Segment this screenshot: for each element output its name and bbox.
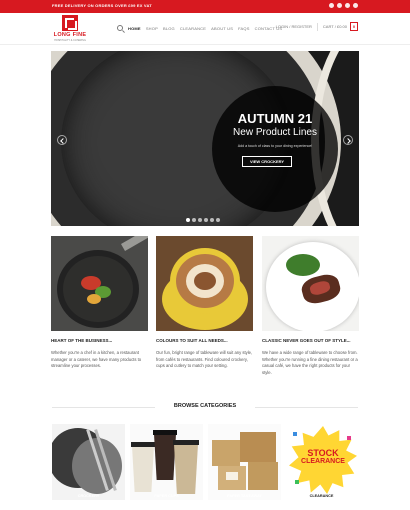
steak-greens [286, 254, 320, 276]
feature-card-classic[interactable]: CLASSIC NEVER GOES OUT OF STYLE... We ha… [262, 236, 359, 376]
confetti [293, 432, 297, 436]
social-links [329, 3, 358, 8]
pan-vegetable [87, 294, 101, 304]
pan-handle [121, 236, 148, 251]
feature-caption: HEART OF THE BUSINESS... [51, 338, 113, 343]
logo-mark-icon [62, 15, 78, 31]
slider-prev-arrow-icon[interactable] [57, 135, 67, 145]
stock-text: STOCK [307, 448, 339, 458]
takeaway-box [248, 462, 278, 490]
site-logo[interactable]: LONG FINE HOSPITALITY & CATERING [52, 15, 88, 43]
confetti [347, 436, 351, 440]
feature-image-steak [262, 236, 359, 331]
hero-subtitle: New Product Lines [233, 127, 317, 138]
feature-card-business[interactable]: HEART OF THE BUSINESS... Whether you’re … [51, 236, 148, 370]
feature-card-colours[interactable]: COLOURS TO SUIT ALL NEEDS... Our fun, br… [156, 236, 253, 370]
category-label: CLEARANCE [309, 493, 334, 498]
cart-label: CART / £0.00 [322, 24, 347, 29]
view-crockery-button[interactable]: VIEW CROCKERY [242, 156, 292, 167]
top-announcement-bar: FREE DELIVERY ON ORDERS OVER £99 EX VAT [0, 0, 410, 13]
cart-link[interactable]: CART / £0.00 0 [323, 22, 358, 31]
logo-tagline: HOSPITALITY & CATERING [54, 39, 86, 42]
slider-dot[interactable] [192, 218, 196, 222]
confetti [295, 480, 299, 484]
divider [316, 22, 318, 31]
login-register-link[interactable]: LOGIN / REGISTER [276, 24, 312, 29]
slider-dot[interactable] [204, 218, 208, 222]
category-label: CROCKERY [77, 493, 100, 498]
category-crockery[interactable]: CROCKERY [52, 424, 125, 500]
nav-clearance[interactable]: CLEARANCE [180, 26, 206, 31]
takeaway-box [240, 432, 276, 462]
email-icon[interactable] [345, 3, 350, 8]
feature-image-pan [51, 236, 148, 331]
slider-next-arrow-icon[interactable] [343, 135, 353, 145]
cup-lid [153, 430, 177, 435]
hero-tagline: Add a touch of class to your dining expe… [237, 144, 313, 148]
feature-body: Whether you’re a chef in a kitchen, a re… [51, 350, 142, 368]
nav-faqs[interactable]: FAQS [238, 26, 249, 31]
hero-title: AUTUMN 21 [237, 111, 313, 126]
slider-dot[interactable] [198, 218, 202, 222]
feature-body: Our fun, bright range of tableware will … [156, 350, 253, 368]
category-label: PAPER CUPS [154, 493, 179, 498]
browse-categories-heading: BROWSE CATEGORIES [155, 403, 255, 409]
nav-about-us[interactable]: ABOUT US [211, 26, 233, 31]
instagram-icon[interactable] [337, 3, 342, 8]
facebook-icon[interactable] [329, 3, 334, 8]
category-clearance[interactable]: STOCK CLEARANCE CLEARANCE [285, 424, 358, 500]
main-nav: HOME SHOP BLOG CLEARANCE ABOUT US FAQS C… [117, 25, 282, 31]
latte-art-center [194, 272, 216, 290]
category-label: PAPER TAKEAWAY [227, 493, 262, 498]
feature-caption: COLOURS TO SUIT ALL NEEDS... [156, 338, 228, 343]
cart-bag-icon: 0 [350, 22, 358, 31]
slider-dots [186, 218, 220, 222]
nav-blog[interactable]: BLOG [163, 26, 175, 31]
category-paper-takeaway[interactable]: PAPER TAKEAWAY [208, 424, 281, 500]
feature-image-coffee [156, 236, 253, 331]
feature-body: We have a wide range of tableware to cho… [262, 350, 358, 375]
feature-caption: CLASSIC NEVER GOES OUT OF STYLE... [262, 338, 351, 343]
takeaway-box [212, 440, 240, 466]
logo-name: LONG FINE [53, 32, 87, 38]
slider-dot[interactable] [216, 218, 220, 222]
slider-dot[interactable] [210, 218, 214, 222]
clearance-text: CLEARANCE [301, 458, 345, 465]
search-icon[interactable] [117, 25, 123, 31]
phone-icon[interactable] [353, 3, 358, 8]
paper-cup [132, 446, 154, 492]
takeaway-box-window [226, 472, 238, 480]
slider-dot[interactable] [186, 218, 190, 222]
category-paper-cups[interactable]: PAPER CUPS [130, 424, 203, 500]
site-header: LONG FINE HOSPITALITY & CATERING HOME SH… [0, 13, 410, 45]
nav-shop[interactable]: SHOP [146, 26, 158, 31]
cup-lid [131, 442, 155, 447]
nav-home[interactable]: HOME [128, 26, 141, 31]
paper-cup [174, 444, 198, 494]
hero-slider[interactable]: AUTUMN 21 New Product Lines Add a touch … [51, 51, 359, 226]
cup-lid [173, 440, 199, 445]
account-area: LOGIN / REGISTER CART / £0.00 0 [276, 22, 358, 31]
promo-text: FREE DELIVERY ON ORDERS OVER £99 EX VAT [52, 3, 152, 8]
hero-overlay-circle [212, 86, 338, 212]
